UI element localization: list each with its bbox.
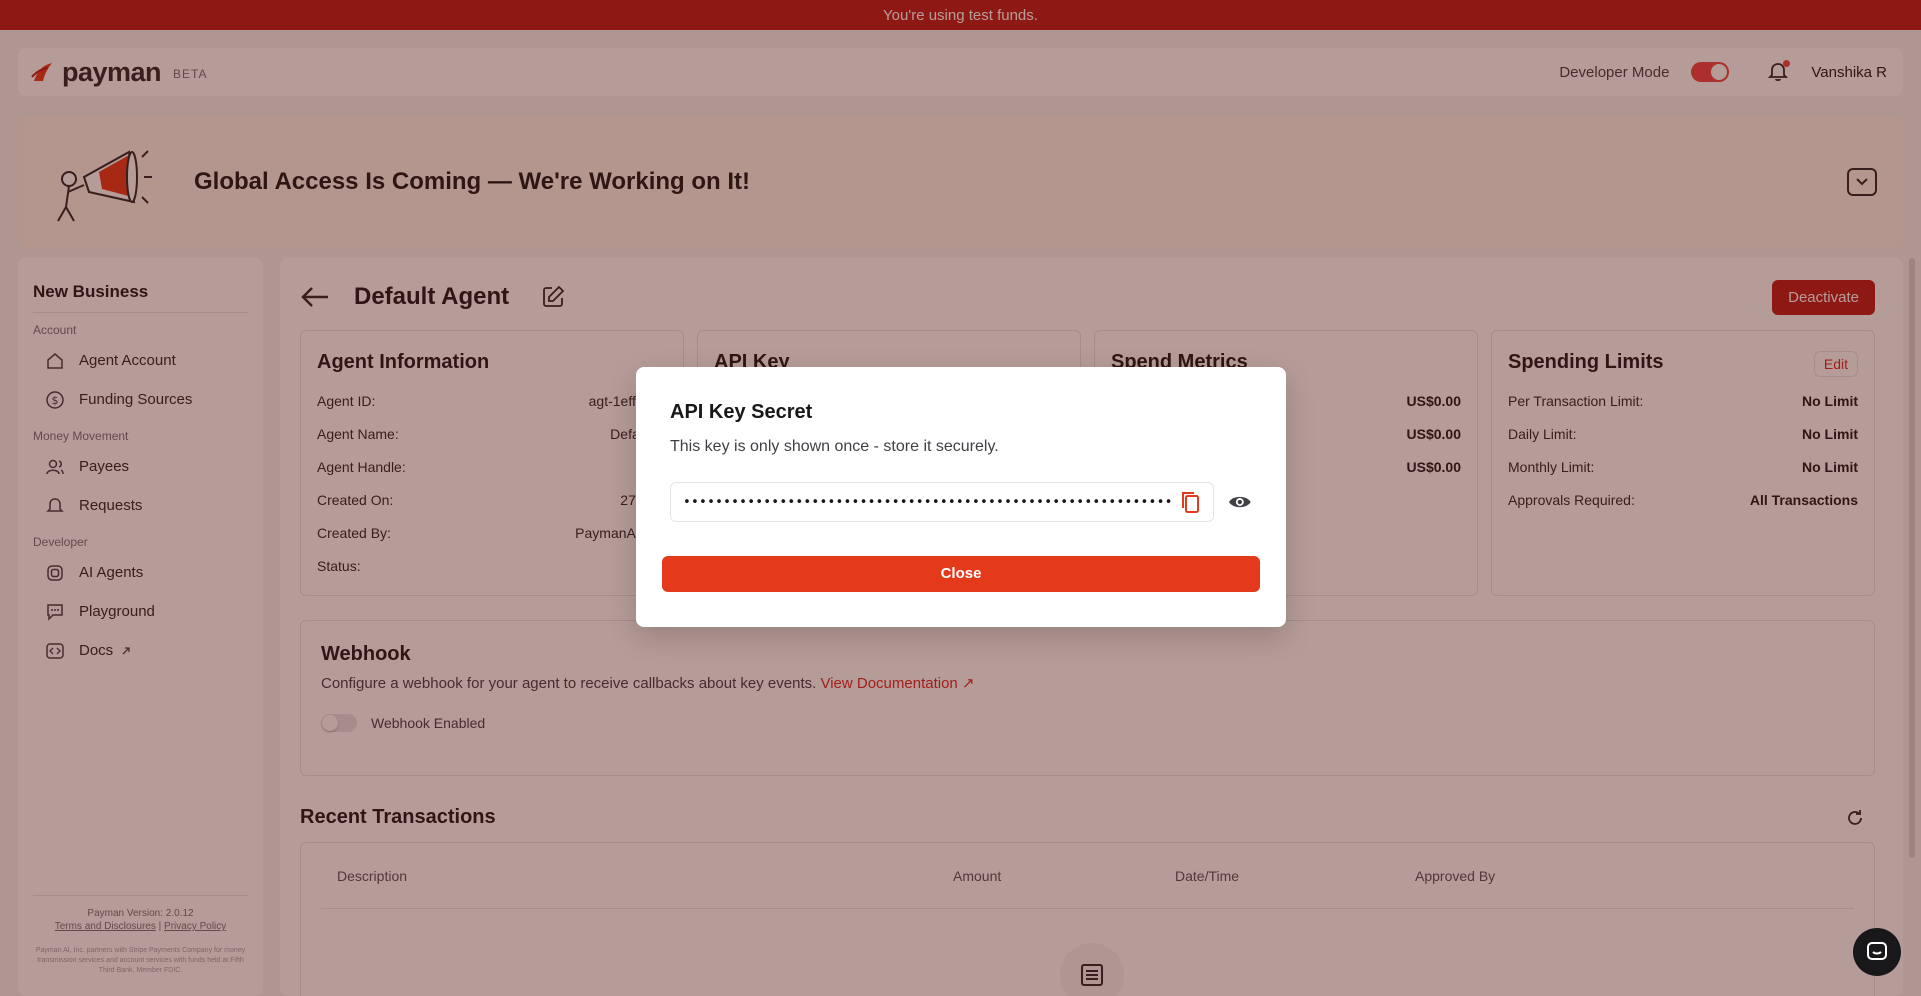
api-key-row: ••••••••••••••••••••••••••••••••••••••••… <box>670 482 1252 522</box>
api-key-secret-modal: API Key Secret This key is only shown on… <box>636 367 1286 627</box>
support-chat-icon[interactable] <box>1853 928 1901 976</box>
copy-icon[interactable] <box>1179 490 1201 514</box>
api-key-field[interactable]: ••••••••••••••••••••••••••••••••••••••••… <box>670 482 1215 522</box>
close-button[interactable]: Close <box>662 556 1260 592</box>
eye-icon[interactable] <box>1228 490 1252 514</box>
modal-title: API Key Secret <box>670 401 813 423</box>
modal-subtitle: This key is only shown once - store it s… <box>670 438 999 455</box>
api-key-value: ••••••••••••••••••••••••••••••••••••••••… <box>683 494 1173 510</box>
